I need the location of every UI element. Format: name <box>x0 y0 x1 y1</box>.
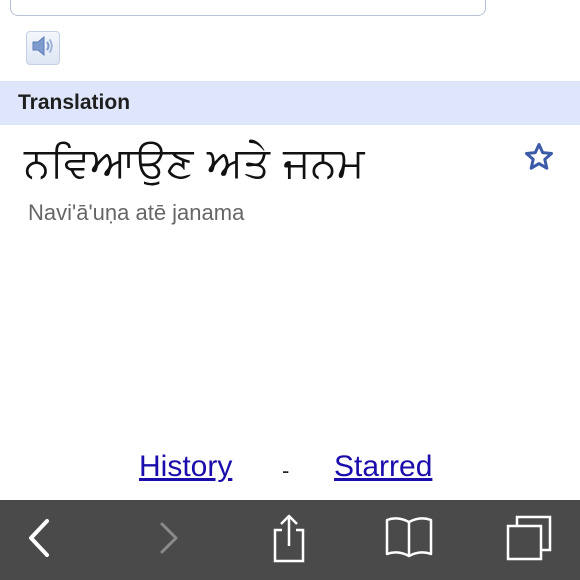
star-translation-button[interactable] <box>522 142 556 176</box>
tabs-icon <box>505 515 553 566</box>
star-icon <box>524 142 554 177</box>
forward-button[interactable] <box>142 514 194 566</box>
history-link[interactable]: History <box>139 450 232 484</box>
browser-toolbar <box>0 500 580 580</box>
tabs-button[interactable] <box>503 514 555 566</box>
source-text-input[interactable] <box>10 0 486 16</box>
back-chevron-icon <box>25 518 55 563</box>
translation-header-label: Translation <box>18 91 131 114</box>
translate-page: Translation ਨਵਿਆਉਣ ਅਤੇ ਜਨਮ Navi'ā'uṇa at… <box>0 0 580 580</box>
forward-chevron-icon <box>153 518 183 563</box>
translated-text: ਨਵਿਆਉਣ ਅਤੇ ਜਨਮ <box>24 138 365 187</box>
link-separator: - <box>282 458 290 483</box>
starred-link[interactable]: Starred <box>334 450 432 484</box>
listen-button[interactable] <box>26 31 60 65</box>
speaker-icon <box>31 35 55 62</box>
transliteration-text: Navi'ā'uṇa atē janama <box>28 200 245 225</box>
footer-links: History - Starred <box>0 448 580 492</box>
bookmarks-icon <box>384 516 434 565</box>
bookmarks-button[interactable] <box>383 514 435 566</box>
share-icon <box>269 513 309 568</box>
back-button[interactable] <box>14 514 66 566</box>
share-button[interactable] <box>263 514 315 566</box>
translation-header: Translation <box>0 81 580 125</box>
